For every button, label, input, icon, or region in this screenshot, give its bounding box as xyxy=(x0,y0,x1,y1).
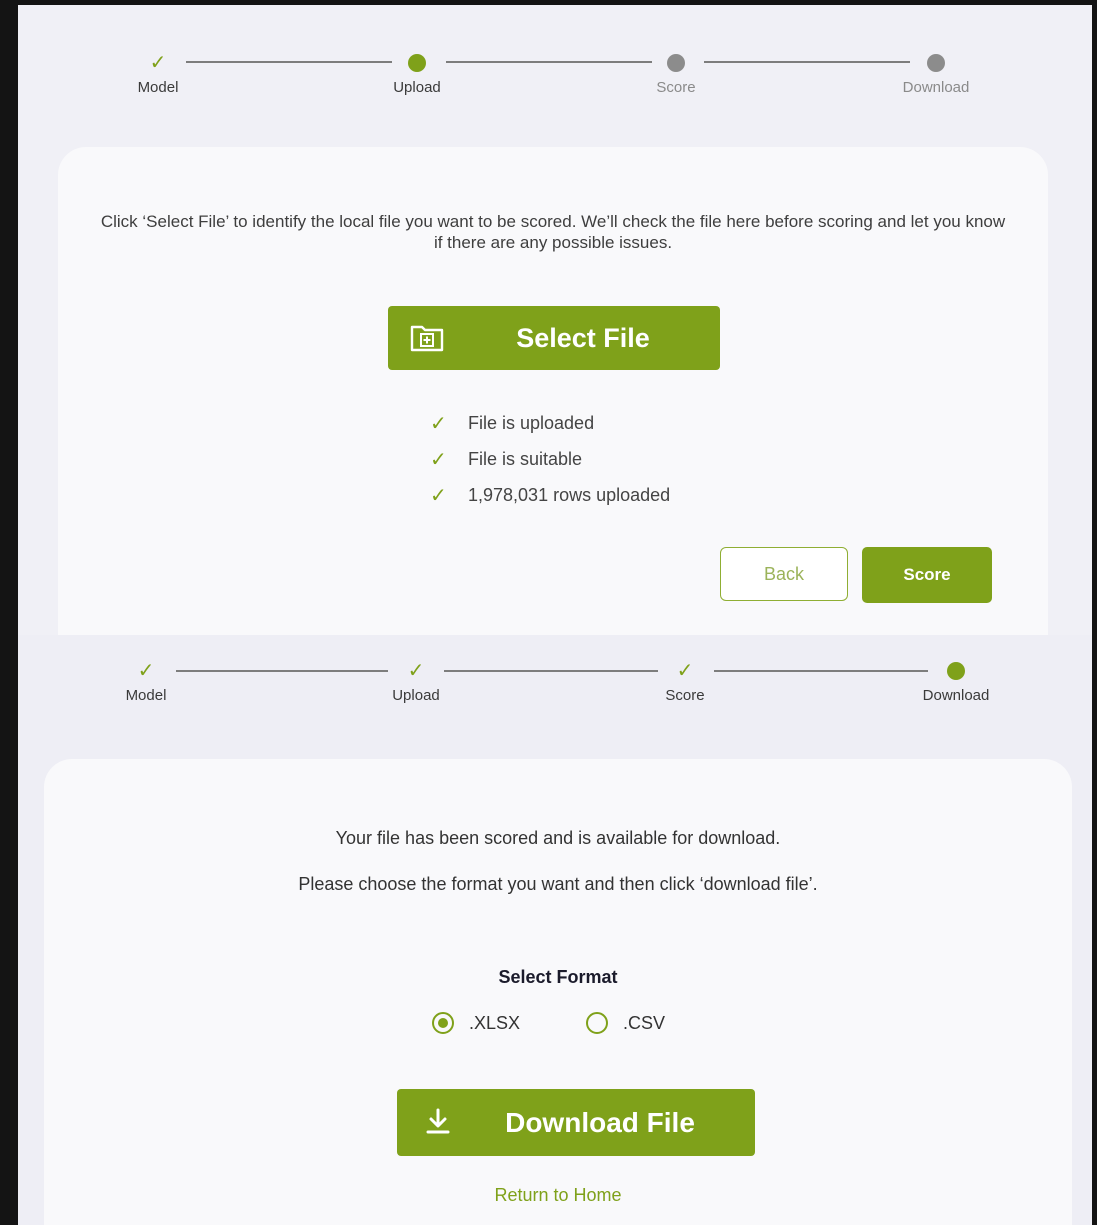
check-icon: ✓ xyxy=(430,484,447,507)
step-model: ✓ Model xyxy=(98,49,218,96)
step-label: Model xyxy=(137,79,179,96)
select-file-button[interactable]: Select File xyxy=(388,306,720,370)
radio-selected-icon[interactable] xyxy=(432,1012,454,1034)
current-step-dot xyxy=(408,54,426,72)
check-item: ✓ File is suitable xyxy=(430,441,670,477)
current-step-dot xyxy=(947,662,965,680)
check-icon: ✓ xyxy=(430,412,447,435)
format-option-xlsx[interactable]: .XLSX xyxy=(432,1012,520,1034)
progress-stepper: ✓ Model ✓ Upload ✓ Score Download xyxy=(18,635,1092,745)
check-icon: ✓ xyxy=(430,448,447,471)
progress-stepper: ✓ Model Upload Score Download xyxy=(18,5,1092,115)
check-item: ✓ 1,978,031 rows uploaded xyxy=(430,477,670,513)
check-icon: ✓ xyxy=(149,52,167,74)
step-label: Upload xyxy=(393,79,441,96)
step-score: ✓ Score xyxy=(625,657,745,704)
step-label: Download xyxy=(902,79,970,96)
check-icon: ✓ xyxy=(676,660,694,682)
check-icon: ✓ xyxy=(407,660,425,682)
upload-card: Click ‘Select File’ to identify the loca… xyxy=(58,147,1048,635)
step-model: ✓ Model xyxy=(86,657,206,704)
format-instructions: Please choose the format you want and th… xyxy=(298,874,818,894)
pending-step-dot xyxy=(667,54,685,72)
download-file-label: Download File xyxy=(505,1106,695,1138)
format-option-label: .CSV xyxy=(623,1012,666,1033)
download-file-button[interactable]: Download File xyxy=(397,1089,755,1156)
step-upload: ✓ Upload xyxy=(356,657,476,704)
upload-step-panel: ✓ Model Upload Score Download Click ‘Sel… xyxy=(18,5,1092,635)
upload-instructions: Click ‘Select File’ to identify the loca… xyxy=(100,212,1006,252)
check-icon: ✓ xyxy=(137,660,155,682)
upload-checklist: ✓ File is uploaded ✓ File is suitable ✓ … xyxy=(430,405,670,513)
score-button[interactable]: Score xyxy=(862,547,992,603)
radio-unselected-icon[interactable] xyxy=(586,1012,609,1034)
back-button[interactable]: Back xyxy=(720,547,848,601)
check-text: 1,978,031 rows uploaded xyxy=(468,484,671,505)
step-label: Download xyxy=(922,687,990,704)
pending-step-dot xyxy=(927,54,945,72)
step-score: Score xyxy=(616,49,736,96)
select-format-heading: Select Format xyxy=(498,967,618,987)
step-download: Download xyxy=(896,657,1016,704)
check-item: ✓ File is uploaded xyxy=(430,405,670,441)
step-download: Download xyxy=(876,49,996,96)
scored-message: Your file has been scored and is availab… xyxy=(335,828,781,848)
step-label: Upload xyxy=(392,687,440,704)
check-text: File is uploaded xyxy=(468,412,595,433)
download-card: Your file has been scored and is availab… xyxy=(44,759,1072,1225)
step-label: Score xyxy=(665,687,705,704)
select-file-label: Select File xyxy=(516,322,650,353)
format-radio-group: .XLSX .CSV xyxy=(432,1012,731,1034)
check-text: File is suitable xyxy=(468,448,583,469)
step-upload: Upload xyxy=(357,49,477,96)
return-home-link[interactable]: Return to Home xyxy=(44,1185,1072,1206)
download-step-panel: ✓ Model ✓ Upload ✓ Score Download Your f… xyxy=(18,635,1092,1225)
step-label: Score xyxy=(656,79,696,96)
format-option-label: .XLSX xyxy=(469,1012,521,1033)
step-label: Model xyxy=(125,687,167,704)
format-option-csv[interactable]: .CSV xyxy=(586,1012,665,1034)
